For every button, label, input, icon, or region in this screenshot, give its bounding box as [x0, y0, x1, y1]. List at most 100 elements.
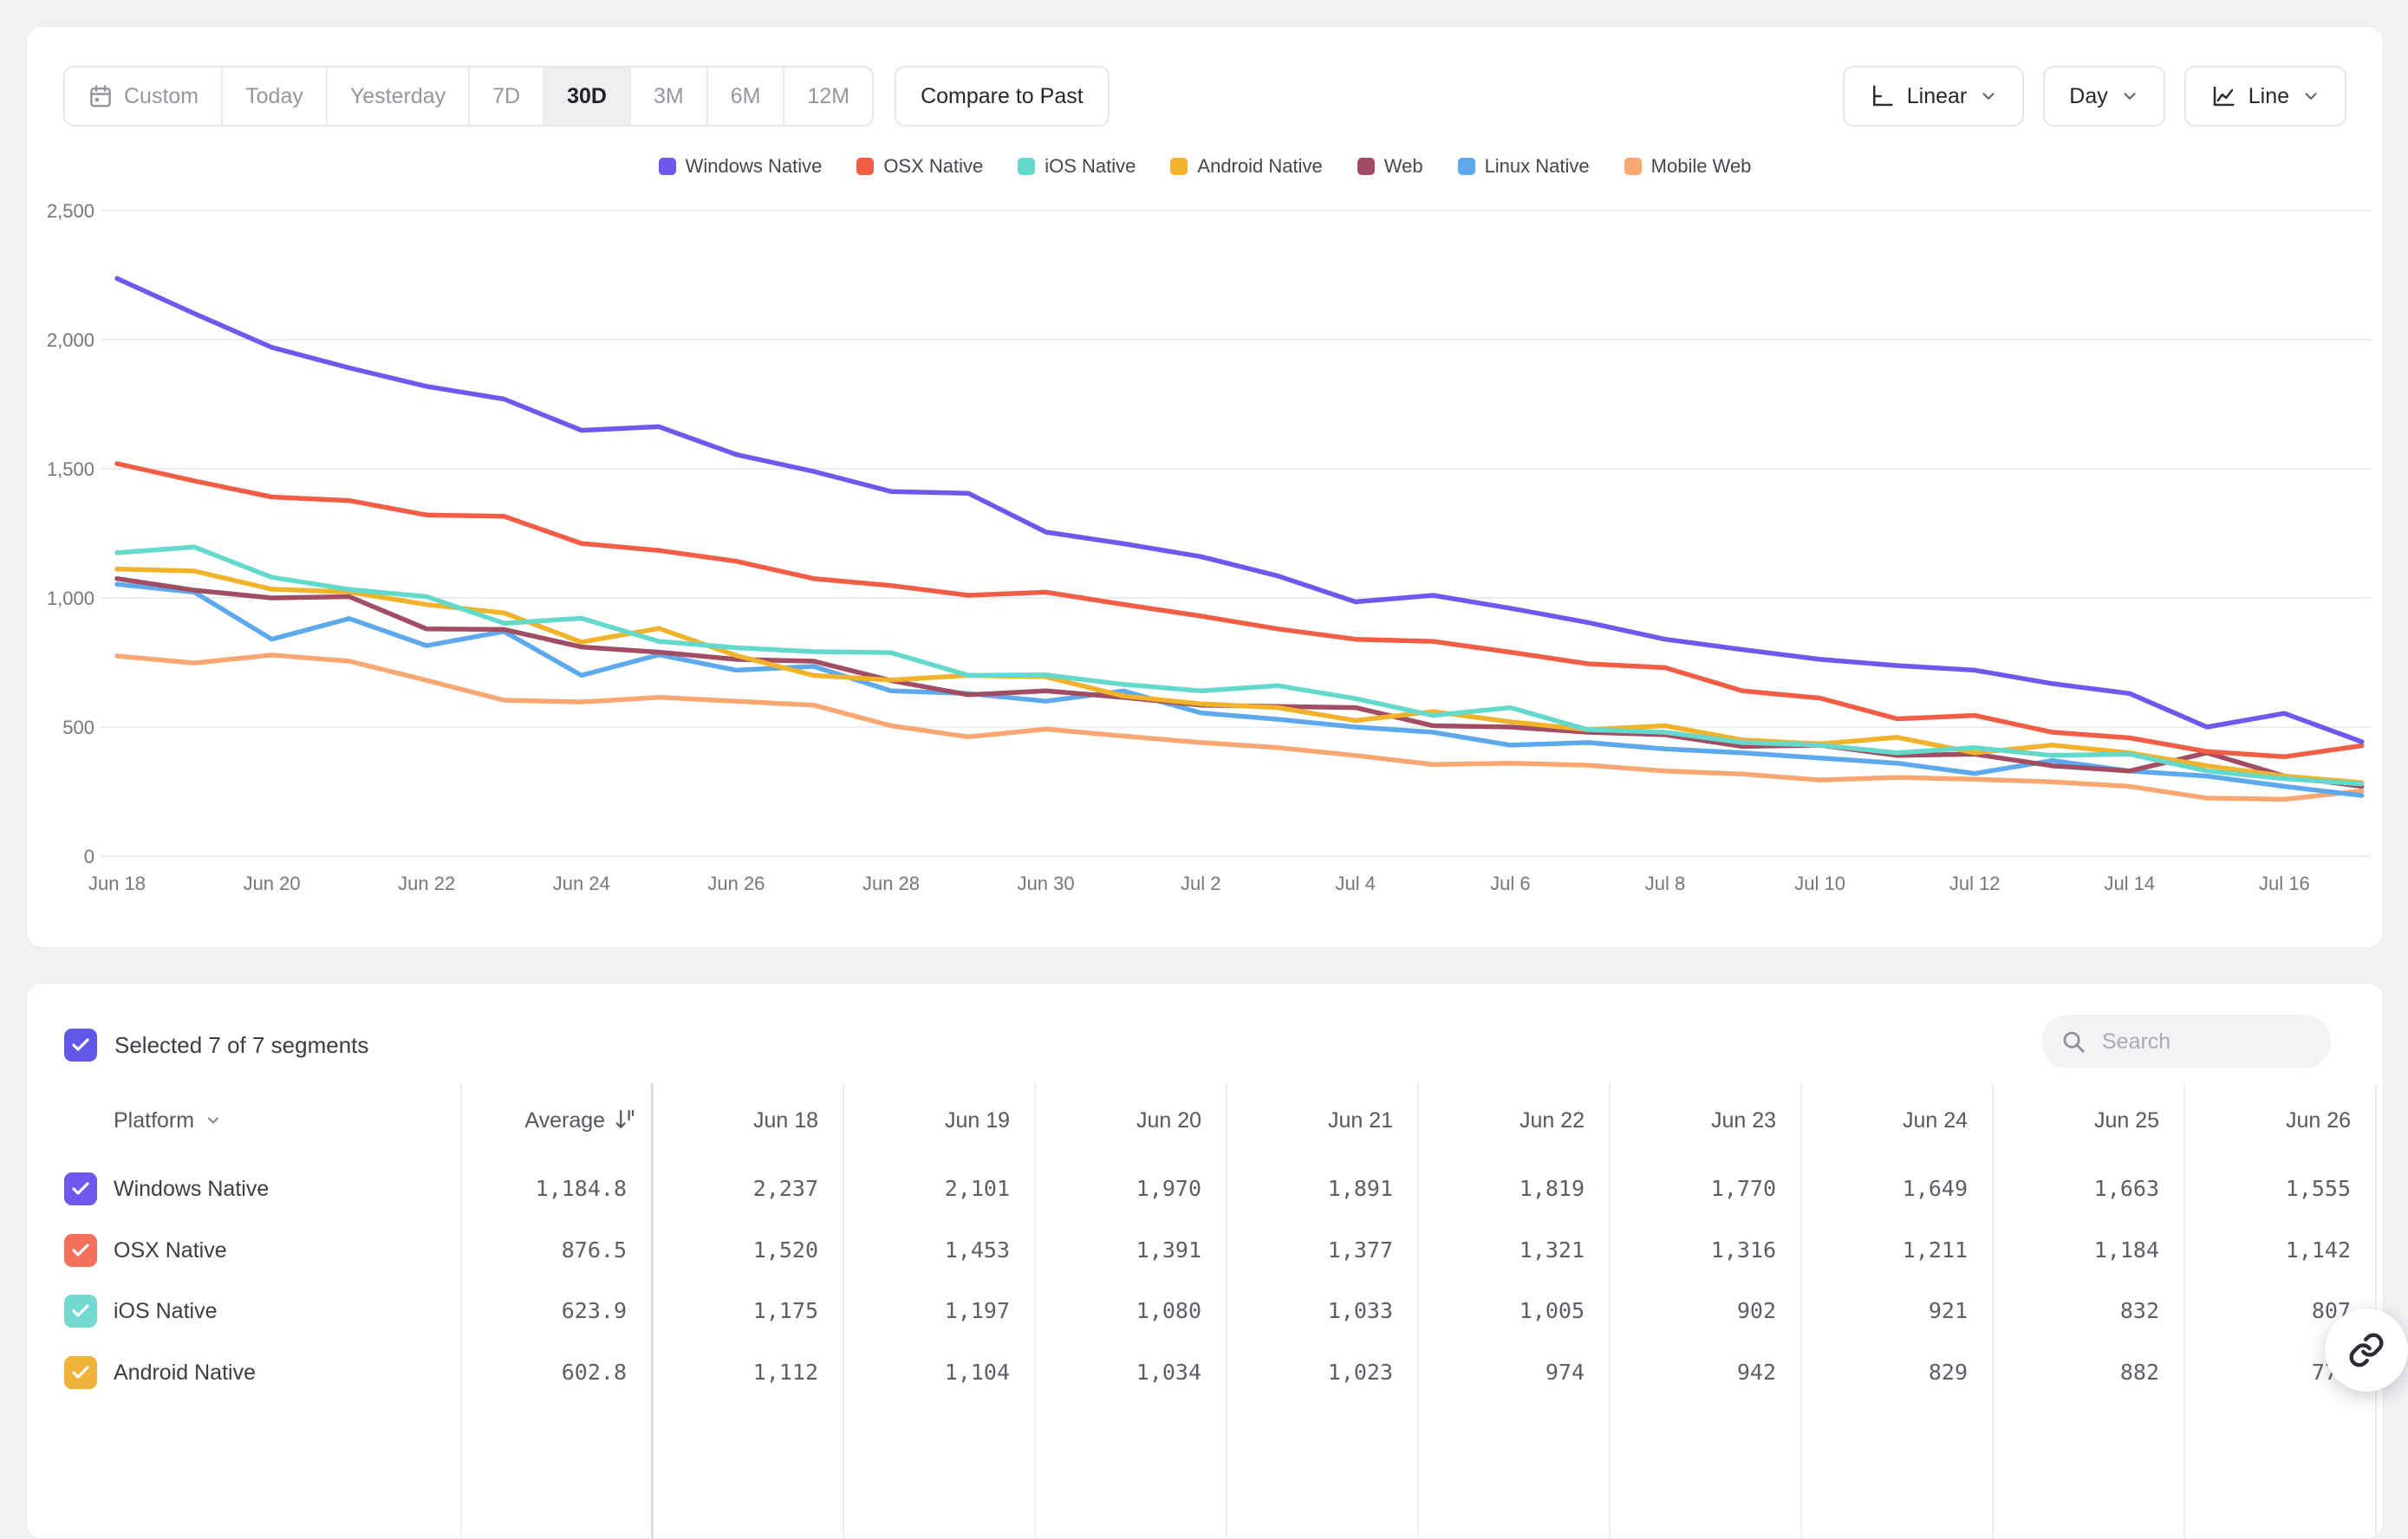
- platform-name: Android Native: [114, 1342, 256, 1403]
- series-line-osx-native[interactable]: [117, 464, 2362, 757]
- x-axis-label: Jul 14: [2104, 873, 2155, 894]
- cell-value: 832: [1992, 1281, 2159, 1341]
- selected-segments-row: Selected 7 of 7 segments: [64, 1029, 368, 1062]
- search-icon: [2060, 1029, 2086, 1055]
- cell-value: 1,819: [1417, 1159, 1585, 1219]
- chart-card: CustomTodayYesterday7D30D3M6M12M Compare…: [26, 26, 2384, 948]
- platform-header-label: Platform: [114, 1108, 194, 1133]
- cell-value: 1,649: [1800, 1159, 1968, 1219]
- segments-table-card: Selected 7 of 7 segments Platform Averag…: [26, 983, 2384, 1539]
- date-column-header[interactable]: Jun 25: [1992, 1083, 2159, 1158]
- x-axis-label: Jul 8: [1645, 873, 1685, 894]
- average-value: 1,184.8: [460, 1159, 627, 1219]
- cell-value: 1,142: [2183, 1220, 2351, 1281]
- y-axis-label: 1,000: [47, 588, 94, 609]
- date-column-header[interactable]: Jun 18: [651, 1083, 818, 1158]
- cell-value: 1,520: [651, 1220, 818, 1281]
- cell-value: 1,112: [651, 1342, 818, 1403]
- cell-value: 921: [1800, 1281, 1968, 1341]
- search-input[interactable]: [2100, 1029, 2294, 1055]
- chevron-down-icon: [205, 1112, 222, 1129]
- checkmark-icon: [70, 1301, 91, 1321]
- y-axis-label: 2,500: [47, 200, 94, 222]
- segments-search[interactable]: [2041, 1015, 2331, 1068]
- date-column-header[interactable]: Jun 22: [1417, 1083, 1585, 1158]
- cell-value: 902: [1609, 1281, 1776, 1341]
- x-axis-label: Jul 16: [2259, 873, 2310, 894]
- cell-value: 1,211: [1800, 1220, 1968, 1281]
- y-axis-label: 2,000: [47, 329, 94, 351]
- checkmark-icon: [70, 1035, 91, 1055]
- platform-name: iOS Native: [114, 1281, 217, 1341]
- average-value: 876.5: [460, 1220, 627, 1281]
- x-axis-label: Jun 26: [707, 873, 765, 894]
- x-axis-label: Jun 30: [1018, 873, 1075, 894]
- cell-value: 1,891: [1226, 1159, 1393, 1219]
- checkmark-icon: [70, 1362, 91, 1383]
- cell-value: 1,453: [843, 1220, 1010, 1281]
- sort-descending-icon: [611, 1107, 637, 1133]
- x-axis-label: Jun 24: [553, 873, 610, 894]
- cell-value: 1,970: [1034, 1159, 1201, 1219]
- row-checkbox[interactable]: [64, 1234, 97, 1267]
- table-row-ios-native: iOS Native 623.9 1,175 1,197 1,080 1,033 1,005…: [27, 1281, 2383, 1341]
- date-column-header[interactable]: Jun 19: [843, 1083, 1010, 1158]
- cell-value: 1,377: [1226, 1220, 1393, 1281]
- cell-value: 1,391: [1034, 1220, 1201, 1281]
- date-column-header[interactable]: Jun 23: [1609, 1083, 1776, 1158]
- average-column-header[interactable]: Average: [460, 1083, 637, 1158]
- y-axis-label: 0: [84, 846, 94, 867]
- cell-value: 1,770: [1609, 1159, 1776, 1219]
- x-axis-label: Jul 2: [1181, 873, 1220, 894]
- cell-value: 1,555: [2183, 1159, 2351, 1219]
- table-row-windows-native: Windows Native1,184.82,2372,1011,9701,89…: [27, 1159, 2383, 1219]
- line-chart: 0 500 1,000 1,500 2,000 2,500 Jun 18 Jun 20 Jun …: [27, 27, 2383, 947]
- date-column-header[interactable]: Jun 21: [1226, 1083, 1393, 1158]
- date-column-header[interactable]: Jun 24: [1800, 1083, 1968, 1158]
- y-axis-label: 500: [62, 717, 94, 738]
- cell-value: 1,033: [1226, 1281, 1393, 1341]
- cell-value: 882: [1992, 1342, 2159, 1403]
- average-value: 602.8: [460, 1342, 627, 1403]
- cell-value: 829: [1800, 1342, 1968, 1403]
- cell-value: 1,663: [1992, 1159, 2159, 1219]
- select-all-checkbox[interactable]: [64, 1029, 97, 1062]
- series-line-windows-native[interactable]: [117, 278, 2362, 742]
- platform-column-header[interactable]: Platform: [114, 1083, 222, 1158]
- x-axis-label: Jul 10: [1794, 873, 1845, 894]
- row-checkbox[interactable]: [64, 1356, 97, 1389]
- cell-value: 807: [2183, 1281, 2351, 1341]
- checkmark-icon: [70, 1240, 91, 1261]
- cell-value: 942: [1609, 1342, 1776, 1403]
- x-axis-label: Jun 20: [244, 873, 301, 894]
- x-axis-label: Jun 18: [88, 873, 146, 894]
- x-axis-label: Jul 4: [1336, 873, 1376, 894]
- row-checkbox[interactable]: [64, 1295, 97, 1328]
- average-header-label: Average: [524, 1108, 605, 1133]
- cell-value: 1,197: [843, 1281, 1010, 1341]
- table-row-android-native: Android Native602.81,1121,1041,0341,0239…: [27, 1342, 2383, 1403]
- cell-value: 1,175: [651, 1281, 818, 1341]
- date-column-header[interactable]: Jun 26: [2183, 1083, 2351, 1158]
- cell-value: 1,005: [1417, 1281, 1585, 1341]
- platform-name: Windows Native: [114, 1159, 269, 1219]
- cell-value: 1,184: [1992, 1220, 2159, 1281]
- row-checkbox[interactable]: [64, 1172, 97, 1205]
- cell-value: 1,080: [1034, 1281, 1201, 1341]
- selected-segments-label: Selected 7 of 7 segments: [114, 1032, 368, 1059]
- cell-value: 1,034: [1034, 1342, 1201, 1403]
- x-axis-label: Jun 22: [398, 873, 455, 894]
- cell-value: 2,101: [843, 1159, 1010, 1219]
- checkmark-icon: [70, 1179, 91, 1199]
- x-axis-label: Jun 28: [862, 873, 920, 894]
- link-icon: [2347, 1331, 2385, 1369]
- y-axis-label: 1,500: [47, 458, 94, 480]
- cell-value: 1,104: [843, 1342, 1010, 1403]
- share-link-button[interactable]: [2325, 1308, 2408, 1392]
- date-column-header[interactable]: Jun 20: [1034, 1083, 1201, 1158]
- cell-value: 974: [1417, 1342, 1585, 1403]
- average-value: 623.9: [460, 1281, 627, 1341]
- cell-value: 1,321: [1417, 1220, 1585, 1281]
- cell-value: 1,316: [1609, 1220, 1776, 1281]
- platform-name: OSX Native: [114, 1220, 227, 1281]
